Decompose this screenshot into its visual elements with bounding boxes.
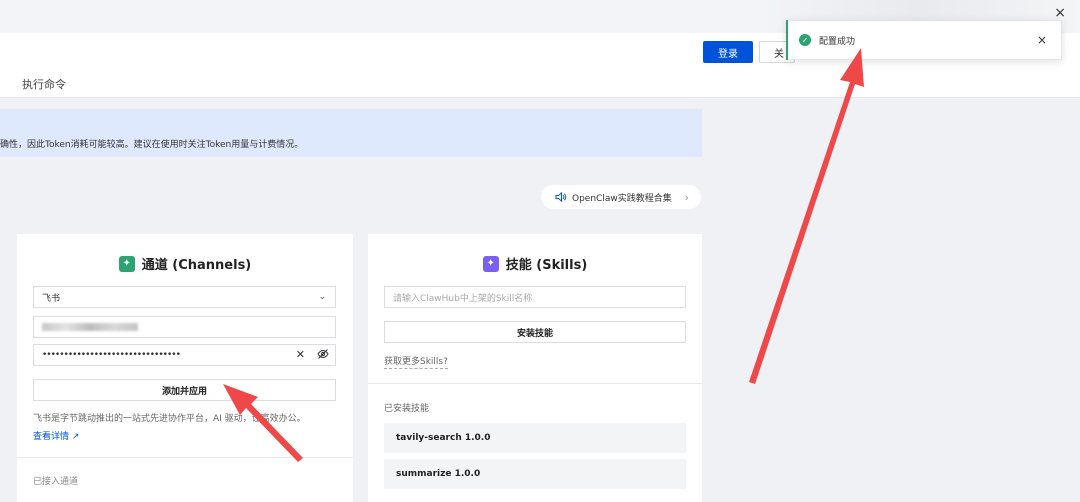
app-secret-field[interactable]: •••••••••••••••••••••••••••••••• ✕	[33, 344, 336, 366]
speaker-icon	[555, 191, 567, 203]
annotation-arrow-toast	[749, 48, 864, 384]
eye-off-icon[interactable]	[317, 348, 329, 360]
skill-name-input[interactable]: 请输入ClawHub中上架的Skill名称	[384, 286, 686, 308]
view-details-label: 查看详情	[33, 432, 70, 442]
tutorial-collection-link[interactable]: OpenClaw实践教程合集 ›	[541, 185, 701, 209]
channel-description: 飞书是字节跳动推出的一站式先进协作平台，AI 驱动，让高效办公。	[33, 414, 306, 424]
installed-skill-item[interactable]: summarize 1.0.0	[384, 459, 686, 489]
add-and-apply-button[interactable]: 添加并应用	[33, 379, 336, 401]
installed-skills-label: 已安装技能	[384, 404, 430, 414]
installed-skill-item[interactable]: tavily-search 1.0.0	[384, 423, 686, 453]
toast-close-icon[interactable]: ×	[1037, 33, 1047, 47]
external-link-icon: ↗	[71, 432, 80, 442]
toast-message: 配置成功	[819, 36, 856, 47]
get-more-skills-link[interactable]: 获取更多Skills?	[384, 354, 448, 369]
clear-icon[interactable]: ✕	[296, 348, 305, 361]
view-details-link[interactable]: 查看详情 ↗	[33, 429, 79, 442]
tutorial-label: OpenClaw实践教程合集	[572, 193, 672, 204]
skills-title-text: 技能 (Skills)	[505, 258, 588, 273]
success-toast: ✓ 配置成功 ×	[786, 20, 1062, 60]
channels-title-text: 通道 (Channels)	[141, 258, 252, 273]
token-usage-notice: 确性，因此Token消耗可能较高。建议在使用时关注Token用量与计费情况。	[0, 109, 702, 157]
window-close-icon[interactable]: ×	[1054, 6, 1066, 20]
channels-title: ✦ 通道 (Channels)	[17, 254, 353, 273]
skill-name-placeholder: 请输入ClawHub中上架的Skill名称	[393, 293, 533, 304]
app-secret-value: ••••••••••••••••••••••••••••••••	[42, 350, 181, 360]
chevron-down-icon: ⌄	[318, 292, 326, 302]
tab-execute-command[interactable]: 执行命令	[22, 76, 66, 92]
check-circle-icon: ✓	[799, 34, 811, 46]
channels-icon: ✦	[118, 255, 135, 272]
channels-card: ✦ 通道 (Channels) 飞书 ⌄ •••••••••••••••••••…	[17, 234, 353, 502]
notice-text: 确性，因此Token消耗可能较高。建议在使用时关注Token用量与计费情况。	[0, 140, 304, 150]
toast-accent-bar	[786, 20, 788, 60]
app-id-field[interactable]	[33, 316, 336, 338]
channel-select[interactable]: 飞书 ⌄	[33, 286, 336, 308]
install-skill-button[interactable]: 安装技能	[384, 321, 686, 343]
skills-card: ✦ 技能 (Skills) 请输入ClawHub中上架的Skill名称 安装技能…	[368, 234, 702, 502]
login-button[interactable]: 登录	[703, 41, 753, 63]
channel-select-value: 飞书	[42, 293, 61, 304]
chevron-right-icon: ›	[684, 190, 689, 204]
divider	[368, 383, 702, 384]
divider	[17, 457, 353, 458]
redacted-app-id	[42, 323, 138, 331]
skills-title: ✦ 技能 (Skills)	[368, 254, 702, 273]
connected-channels-label: 已接入通道	[33, 477, 79, 487]
skills-icon: ✦	[482, 255, 499, 272]
